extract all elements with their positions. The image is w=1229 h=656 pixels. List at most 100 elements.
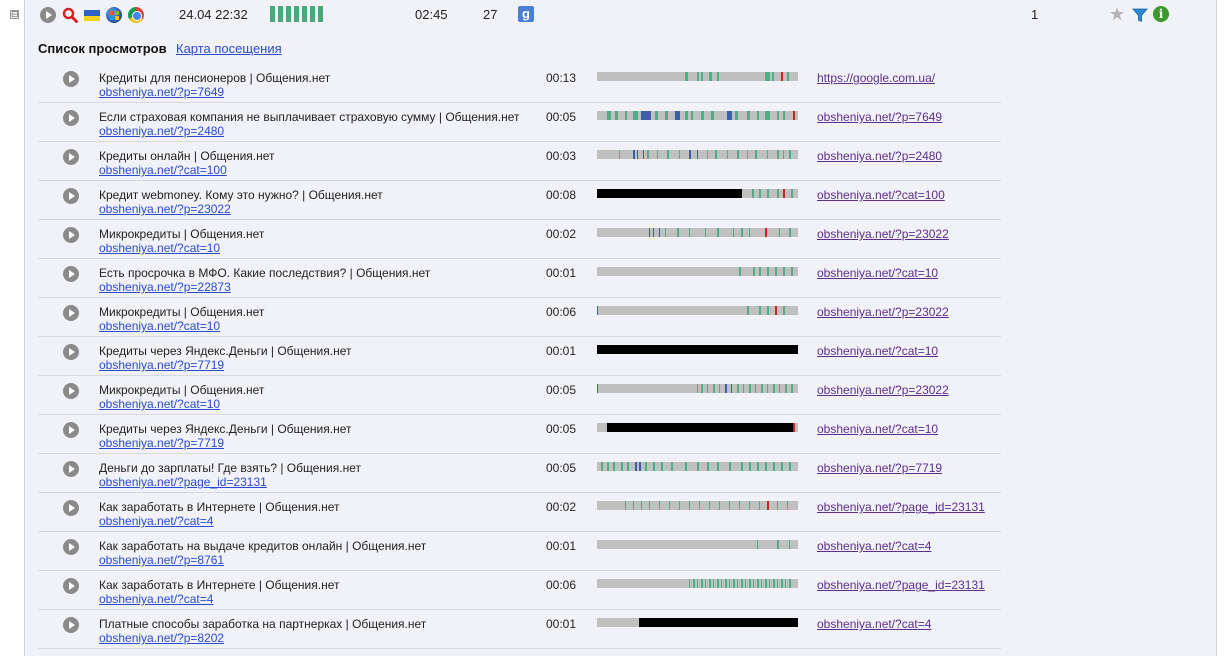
timeline-segment bbox=[772, 72, 774, 81]
page-url-link[interactable]: obsheniya.net/?p=7719 bbox=[99, 436, 224, 450]
play-icon[interactable] bbox=[63, 500, 79, 516]
timeline-segment bbox=[785, 384, 787, 393]
view-duration: 00:01 bbox=[546, 539, 577, 553]
page-url-link[interactable]: obsheniya.net/?p=23022 bbox=[99, 202, 231, 216]
play-icon[interactable] bbox=[63, 71, 79, 87]
star-icon[interactable]: ★ bbox=[1109, 5, 1125, 23]
play-icon[interactable] bbox=[40, 7, 56, 23]
page-url-link[interactable]: obsheniya.net/?p=7649 bbox=[99, 85, 224, 99]
page-url-link[interactable]: obsheniya.net/?p=8202 bbox=[99, 631, 224, 645]
play-icon[interactable] bbox=[63, 149, 79, 165]
play-icon[interactable] bbox=[63, 188, 79, 204]
page-url-link[interactable]: obsheniya.net/?page_id=23131 bbox=[99, 475, 267, 489]
play-icon[interactable] bbox=[63, 266, 79, 282]
timeline-segment bbox=[747, 111, 750, 120]
timeline-segment bbox=[767, 501, 769, 510]
play-icon[interactable] bbox=[63, 578, 79, 594]
referrer-link[interactable]: obsheniya.net/?p=23022 bbox=[817, 227, 949, 241]
timeline-segment bbox=[645, 462, 647, 471]
timeline-segment bbox=[733, 228, 734, 237]
activity-bar bbox=[310, 6, 315, 22]
referrer-link[interactable]: obsheniya.net/?cat=4 bbox=[817, 617, 931, 631]
activity-timeline bbox=[597, 189, 798, 198]
timeline-segment bbox=[749, 384, 751, 393]
play-icon[interactable] bbox=[63, 110, 79, 126]
timeline-segment bbox=[793, 111, 795, 120]
referrer-link[interactable]: obsheniya.net/?cat=10 bbox=[817, 422, 938, 436]
play-icon[interactable] bbox=[63, 539, 79, 555]
referrer-link[interactable]: obsheniya.net/?cat=10 bbox=[817, 344, 938, 358]
search-icon[interactable] bbox=[62, 7, 78, 23]
referrer-link[interactable]: obsheniya.net/?cat=10 bbox=[817, 266, 938, 280]
timeline-segment bbox=[601, 462, 603, 471]
page-title: Как заработать на выдаче кредитов онлайн… bbox=[99, 539, 427, 553]
page-url-link[interactable]: obsheniya.net/?cat=10 bbox=[99, 241, 220, 255]
timeline-segment bbox=[607, 423, 793, 432]
collapse-toggle[interactable]: ⊟ bbox=[10, 10, 19, 19]
timeline-segment bbox=[671, 462, 673, 471]
page-url-link[interactable]: obsheniya.net/?cat=10 bbox=[99, 397, 220, 411]
timeline-segment bbox=[659, 501, 660, 510]
page-title: Микрокредиты | Общения.нет bbox=[99, 305, 265, 319]
session-panel: 24.04 22:32 02:45 27 g 1 ★ i Список прос… bbox=[24, 0, 1217, 656]
referrer-link[interactable]: obsheniya.net/?cat=100 bbox=[817, 188, 945, 202]
timeline-segment bbox=[689, 579, 690, 588]
timeline-segment bbox=[625, 501, 626, 510]
filter-icon[interactable] bbox=[1132, 8, 1148, 23]
page-url-link[interactable]: obsheniya.net/?cat=100 bbox=[99, 163, 227, 177]
timeline-segment bbox=[649, 228, 650, 237]
visit-map-link[interactable]: Карта посещения bbox=[176, 41, 282, 56]
referrer-link[interactable]: obsheniya.net/?cat=4 bbox=[817, 539, 931, 553]
view-duration: 00:05 bbox=[546, 110, 577, 124]
timeline-segment bbox=[701, 111, 704, 120]
view-duration: 00:01 bbox=[546, 344, 577, 358]
timeline-segment bbox=[647, 150, 649, 159]
page-url-link[interactable]: obsheniya.net/?p=7719 bbox=[99, 358, 224, 372]
page-url-link[interactable]: obsheniya.net/?cat=4 bbox=[99, 592, 213, 606]
play-icon[interactable] bbox=[63, 383, 79, 399]
referrer-link[interactable]: obsheniya.net/?p=23022 bbox=[817, 383, 949, 397]
referrer-link[interactable]: obsheniya.net/?p=7719 bbox=[817, 461, 942, 475]
timeline-segment bbox=[701, 72, 703, 81]
view-duration: 00:08 bbox=[546, 188, 577, 202]
page-url-link[interactable]: obsheniya.net/?p=2480 bbox=[99, 124, 224, 138]
timeline-segment bbox=[767, 306, 769, 315]
play-icon[interactable] bbox=[63, 227, 79, 243]
timeline-segment bbox=[725, 579, 727, 588]
play-icon[interactable] bbox=[63, 422, 79, 438]
timeline-segment bbox=[639, 462, 641, 471]
page-url-link[interactable]: obsheniya.net/?p=22873 bbox=[99, 280, 231, 294]
timeline-segment bbox=[655, 111, 658, 120]
timeline-segment bbox=[765, 111, 770, 120]
info-icon[interactable]: i bbox=[1153, 6, 1169, 22]
timeline-segment bbox=[705, 228, 706, 237]
referrer-link[interactable]: https://google.com.ua/ bbox=[817, 71, 935, 85]
play-icon[interactable] bbox=[63, 461, 79, 477]
timeline-segment bbox=[779, 384, 780, 393]
timeline-segment bbox=[701, 579, 703, 588]
timeline-segment bbox=[633, 150, 635, 159]
timeline-segment bbox=[761, 579, 762, 588]
play-icon[interactable] bbox=[63, 617, 79, 633]
timeline-segment bbox=[699, 501, 700, 510]
play-icon[interactable] bbox=[63, 344, 79, 360]
activity-timeline bbox=[597, 423, 798, 432]
timeline-segment bbox=[717, 72, 719, 81]
referrer-link[interactable]: obsheniya.net/?p=23022 bbox=[817, 305, 949, 319]
referrer-link[interactable]: obsheniya.net/?page_id=23131 bbox=[817, 578, 985, 592]
timeline-segment bbox=[727, 111, 732, 120]
timeline-segment bbox=[789, 579, 791, 588]
referrer-link[interactable]: obsheniya.net/?page_id=23131 bbox=[817, 500, 985, 514]
page-url-link[interactable]: obsheniya.net/?cat=4 bbox=[99, 514, 213, 528]
pageview-row: Кредиты через Яндекс.Деньги | Общения.не… bbox=[38, 415, 1001, 454]
referrer-link[interactable]: obsheniya.net/?p=2480 bbox=[817, 149, 942, 163]
timeline-segment bbox=[735, 111, 738, 120]
timeline-segment bbox=[697, 384, 698, 393]
activity-timeline bbox=[597, 228, 798, 237]
referrer-link[interactable]: obsheniya.net/?p=7649 bbox=[817, 110, 942, 124]
page-url-link[interactable]: obsheniya.net/?p=8761 bbox=[99, 553, 224, 567]
timeline-segment bbox=[707, 150, 708, 159]
timeline-segment bbox=[661, 462, 663, 471]
page-url-link[interactable]: obsheniya.net/?cat=10 bbox=[99, 319, 220, 333]
play-icon[interactable] bbox=[63, 305, 79, 321]
